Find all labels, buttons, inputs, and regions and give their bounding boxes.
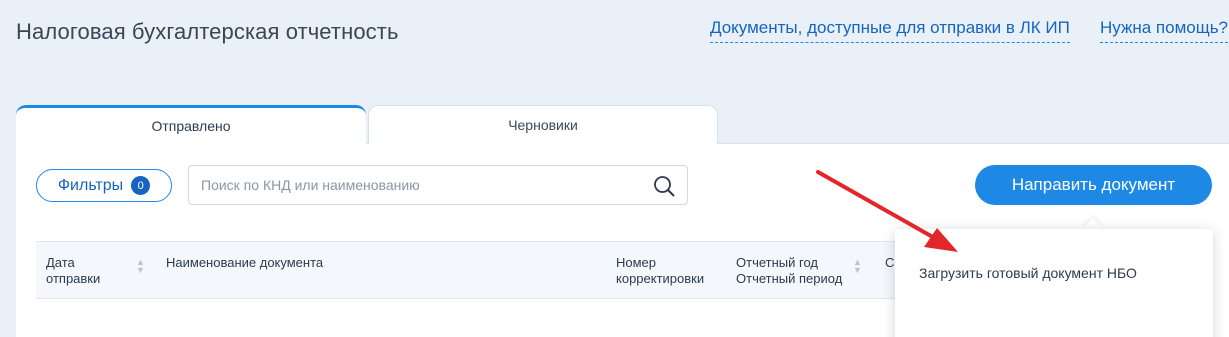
tab-sent[interactable]: Отправлено <box>16 105 366 144</box>
help-link[interactable]: Нужна помощь? <box>1100 18 1229 43</box>
column-header-document-name[interactable]: Наименование документа <box>166 255 323 271</box>
page-title: Налоговая бухгалтерская отчетность <box>16 19 399 44</box>
search-box <box>188 165 688 205</box>
upload-ready-document-item[interactable]: Загрузить готовый документ НБО <box>919 265 1137 281</box>
sort-icon[interactable]: ▲ ▼ <box>853 258 862 275</box>
search-icon[interactable] <box>653 175 675 197</box>
filters-button[interactable]: Фильтры 0 <box>36 169 172 202</box>
send-document-label: Направить документ <box>1011 175 1176 194</box>
send-document-dropdown: Загрузить готовый документ НБО <box>895 229 1213 337</box>
column-header-send-date[interactable]: Дата отправки <box>46 255 100 287</box>
column-header-status[interactable]: С <box>885 255 894 271</box>
tab-drafts-label: Черновики <box>508 117 578 133</box>
table-header: Дата отправки ▲ ▼ Наименование документа … <box>36 241 936 299</box>
filters-count-badge: 0 <box>131 176 151 195</box>
tab-drafts[interactable]: Черновики <box>368 105 718 144</box>
search-input[interactable] <box>201 166 641 204</box>
filters-label: Фильтры <box>57 176 124 194</box>
tab-sent-label: Отправлено <box>151 118 231 134</box>
column-header-reporting-period[interactable]: Отчетный год Отчетный период <box>736 255 842 287</box>
available-documents-link[interactable]: Документы, доступные для отправки в ЛК И… <box>710 18 1070 43</box>
sort-icon[interactable]: ▲ ▼ <box>136 258 145 275</box>
column-header-correction-number[interactable]: Номер корректировки <box>616 255 704 287</box>
send-document-button[interactable]: Направить документ <box>975 165 1212 205</box>
